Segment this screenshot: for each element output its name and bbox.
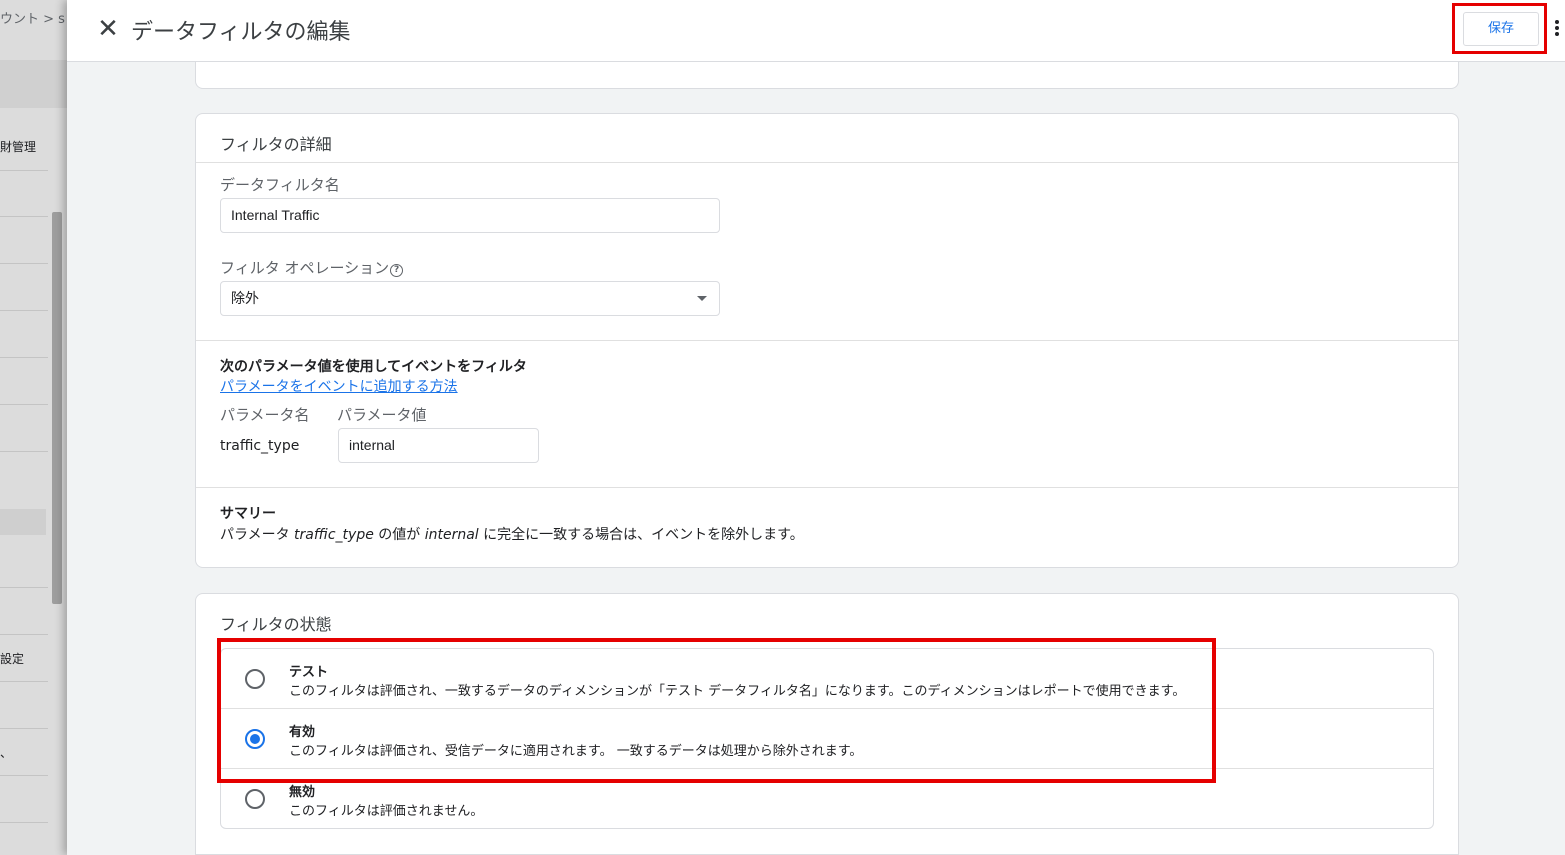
- filter-operation-value: 除外: [231, 290, 259, 306]
- more-vert-icon[interactable]: [1555, 20, 1561, 40]
- background-divider: [0, 263, 48, 264]
- filter-details-title: フィルタの詳細: [220, 135, 332, 154]
- param-name-header: パラメータ名: [220, 406, 310, 424]
- params-heading: 次のパラメータ値を使用してイベントをフィルタ: [220, 359, 527, 375]
- divider: [196, 162, 1458, 163]
- background-divider: [0, 822, 48, 823]
- radio-test[interactable]: [245, 669, 265, 689]
- summary-title: サマリー: [220, 506, 276, 522]
- background-divider: [0, 216, 48, 217]
- summary-suffix: に完全に一致する場合は、イベントを除外します。: [478, 527, 804, 543]
- param-value-header: パラメータ値: [337, 406, 427, 424]
- divider: [196, 340, 1458, 341]
- breadcrumb: ウント > s: [0, 12, 65, 27]
- background-divider: [0, 681, 48, 682]
- divider: [196, 487, 1458, 488]
- summary-text: パラメータ traffic_type の値が internal に完全に一致する…: [220, 524, 804, 544]
- background-divider: [0, 357, 48, 358]
- param-name-value: traffic_type: [220, 438, 300, 454]
- filter-details-card: フィルタの詳細 データフィルタ名 Internal Traffic フィルタ オ…: [195, 113, 1459, 568]
- option-description: このフィルタは評価され、受信データに適用されます。 一致するデータは処理から除外…: [289, 744, 863, 759]
- param-value-input[interactable]: internal: [338, 428, 539, 463]
- background-app: ウント > s 財管理 設定 、: [0, 0, 67, 855]
- background-divider: [0, 728, 48, 729]
- background-divider: [0, 404, 48, 405]
- radio-active[interactable]: [245, 729, 265, 749]
- filter-name-label: データフィルタ名: [220, 176, 340, 194]
- background-divider: [0, 170, 48, 171]
- summary-mid: の値が: [373, 527, 425, 543]
- background-item: 設定: [0, 652, 25, 666]
- help-icon[interactable]: ?: [390, 264, 404, 277]
- background-divider: [0, 451, 48, 452]
- background-divider: [0, 310, 48, 311]
- params-help-link[interactable]: パラメータをイベントに追加する方法: [220, 376, 458, 396]
- edit-panel: フィルタの詳細 データフィルタ名 Internal Traffic フィルタ オ…: [67, 0, 1565, 855]
- status-option-test[interactable]: テスト このフィルタは評価され、一致するデータのディメンションが「テスト データ…: [221, 649, 1433, 709]
- filter-operation-label: フィルタ オペレーション?: [220, 257, 404, 278]
- close-icon[interactable]: ✕: [95, 16, 121, 42]
- background-divider: [0, 587, 48, 588]
- summary-value: internal: [424, 527, 479, 543]
- dropdown-arrow-icon: [697, 296, 707, 301]
- filter-status-card: フィルタの状態 テスト このフィルタは評価され、一致するデータのディメンションが…: [195, 593, 1459, 855]
- background-item: 財管理: [0, 140, 37, 154]
- filter-operation-label-text: フィルタ オペレーション: [220, 259, 390, 277]
- option-title: 有効: [289, 725, 316, 740]
- page-title: データフィルタの編集: [131, 20, 351, 45]
- save-button[interactable]: 保存: [1463, 12, 1539, 46]
- option-description: このフィルタは評価されません。: [289, 804, 484, 819]
- panel-header: ✕ データフィルタの編集 保存: [67, 0, 1565, 62]
- status-option-inactive[interactable]: 無効 このフィルタは評価されません。: [221, 769, 1433, 828]
- filter-name-input[interactable]: Internal Traffic: [220, 198, 720, 233]
- background-divider: [0, 775, 48, 776]
- save-highlight: 保存: [1452, 3, 1547, 54]
- summary-prefix: パラメータ: [220, 527, 295, 543]
- option-title: テスト: [289, 665, 329, 680]
- radio-inactive[interactable]: [245, 789, 265, 809]
- background-scrollbar: [52, 212, 62, 604]
- option-title: 無効: [289, 785, 316, 800]
- filter-status-title: フィルタの状態: [220, 615, 332, 634]
- status-option-active[interactable]: 有効 このフィルタは評価され、受信データに適用されます。 一致するデータは処理か…: [221, 709, 1433, 769]
- filter-status-options: テスト このフィルタは評価され、一致するデータのディメンションが「テスト データ…: [220, 648, 1434, 829]
- background-selected-item: [0, 509, 46, 535]
- option-description: このフィルタは評価され、一致するデータのディメンションが「テスト データフィルタ…: [289, 684, 1186, 699]
- filter-operation-select[interactable]: 除外: [220, 281, 720, 316]
- background-item: 、: [0, 746, 13, 760]
- background-divider: [0, 634, 48, 635]
- summary-param: traffic_type: [294, 527, 374, 543]
- background-band: [0, 60, 67, 108]
